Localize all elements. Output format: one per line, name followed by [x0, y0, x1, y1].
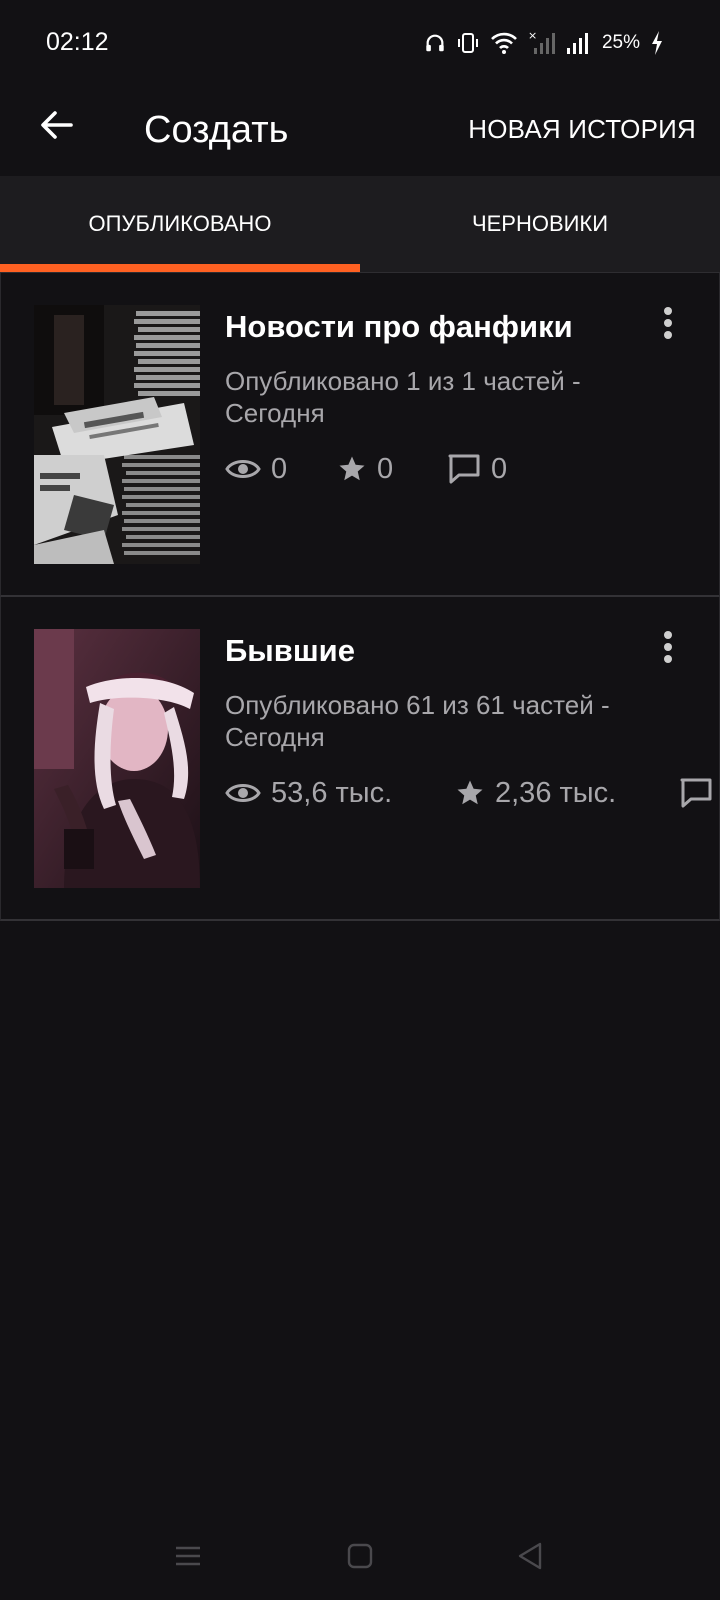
page-title: Создать	[144, 109, 289, 151]
tab-drafts[interactable]: ЧЕРНОВИКИ	[360, 176, 720, 272]
home-icon	[347, 1543, 373, 1574]
star-icon	[455, 778, 495, 808]
dot	[664, 319, 672, 327]
app-bar: Создать НОВАЯ ИСТОРИЯ	[0, 88, 720, 176]
views-stat: 53,6 тыс.	[225, 777, 455, 810]
story-meta: Опубликовано 1 из 1 частей - Сегодня	[225, 366, 581, 428]
story-stats: 53,6 тыс. 2,36 тыс.	[225, 773, 719, 813]
comment-icon	[447, 453, 491, 485]
battery-charging-icon	[650, 30, 664, 56]
eye-icon	[225, 456, 271, 482]
comments-stat: 0	[447, 453, 507, 486]
dot	[664, 643, 672, 651]
new-story-button[interactable]: НОВАЯ ИСТОРИЯ	[468, 104, 696, 154]
vibrate-icon	[456, 31, 480, 55]
dot	[664, 631, 672, 639]
story-card[interactable]: Бывшие Опубликовано 61 из 61 частей - Се…	[0, 597, 720, 921]
comments-count: 0	[491, 452, 508, 485]
back-button[interactable]	[30, 100, 84, 154]
system-nav-bar	[0, 1512, 720, 1600]
story-stats: 0 0 0	[225, 449, 507, 489]
person-portrait-cover[interactable]	[34, 629, 200, 888]
story-title[interactable]: Новости про фанфики	[225, 309, 573, 345]
story-list: Новости про фанфики Опубликовано 1 из 1 …	[0, 273, 720, 921]
votes-count: 2,36 тыс.	[495, 776, 617, 809]
views-count: 53,6 тыс.	[271, 776, 393, 809]
votes-stat: 2,36 тыс.	[455, 777, 679, 810]
status-bar: 02:12 × 25%	[0, 0, 720, 88]
star-icon	[337, 454, 377, 484]
svg-text:×: ×	[528, 30, 537, 42]
dot	[664, 331, 672, 339]
story-title[interactable]: Бывшие	[225, 633, 355, 669]
more-options-button[interactable]	[653, 627, 683, 667]
screen: 02:12 × 25% Создать НОВАЯ ИСТОРИЯ ОПУБЛИ…	[0, 0, 720, 1600]
signal-icon	[566, 31, 592, 55]
tab-published[interactable]: ОПУБЛИКОВАНО	[0, 176, 360, 272]
back-nav-icon	[517, 1542, 543, 1575]
views-count: 0	[271, 452, 288, 485]
headphones-icon	[424, 32, 446, 54]
more-options-button[interactable]	[653, 303, 683, 343]
home-button[interactable]	[340, 1538, 380, 1578]
battery-percent: 25%	[601, 32, 640, 53]
eye-icon	[225, 780, 271, 806]
dot	[664, 655, 672, 663]
dot	[664, 307, 672, 315]
views-stat: 0	[225, 453, 337, 486]
comment-icon	[679, 777, 719, 809]
wifi-icon	[490, 31, 518, 55]
status-icons: × 25%	[424, 28, 664, 58]
story-meta: Опубликовано 61 из 61 частей - Сегодня	[225, 690, 610, 752]
back-nav-button[interactable]	[510, 1538, 550, 1578]
votes-count: 0	[377, 452, 394, 485]
status-time: 02:12	[46, 28, 109, 56]
recent-apps-button[interactable]	[168, 1538, 208, 1578]
arrow-back-icon	[39, 107, 75, 148]
no-signal-icon: ×	[528, 30, 556, 56]
tab-bar: ОПУБЛИКОВАНО ЧЕРНОВИКИ	[0, 176, 720, 272]
newspapers-cover[interactable]	[34, 305, 200, 564]
votes-stat: 0	[337, 453, 447, 486]
comments-stat	[679, 777, 719, 809]
story-card[interactable]: Новости про фанфики Опубликовано 1 из 1 …	[0, 273, 720, 597]
recent-apps-icon	[174, 1544, 202, 1573]
